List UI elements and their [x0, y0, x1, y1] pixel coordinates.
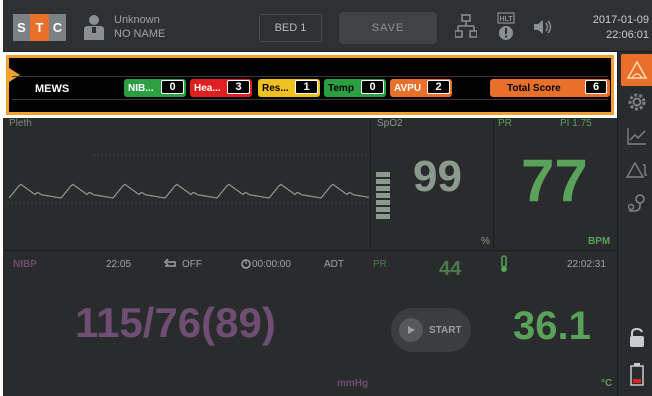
stethoscope-icon	[627, 194, 645, 212]
mews-total-label: Total Score	[507, 82, 561, 94]
save-button[interactable]: SAVE	[339, 12, 437, 44]
battery-icon	[630, 363, 644, 386]
nibp-start-button[interactable]: START	[391, 308, 471, 352]
patient-name-line1: Unknown	[114, 14, 160, 26]
patient-icon[interactable]	[81, 14, 107, 40]
pr-label: PR	[498, 118, 512, 129]
pr-unit: BPM	[588, 236, 611, 247]
stc-logo: S T C	[13, 14, 66, 41]
side-item-mews[interactable]	[621, 54, 652, 86]
alarm-triangle-icon	[626, 161, 647, 178]
network-icon[interactable]	[455, 14, 477, 42]
play-icon	[399, 318, 423, 342]
side-item-trends[interactable]	[621, 120, 652, 152]
timer-icon	[241, 259, 251, 269]
mews-chip-value: 0	[161, 80, 184, 94]
monitor-screen: S T C Unknown NO NAME BED 1 SAVE HLT 201…	[0, 0, 652, 396]
mews-chip-label: Hea...	[194, 82, 221, 94]
mews-chip-temp[interactable]: Temp 0	[324, 79, 386, 97]
side-item-battery	[621, 358, 652, 390]
nibp-pr-label: PR	[373, 259, 387, 270]
mews-chip-label: NIB...	[128, 82, 154, 94]
unlock-icon	[630, 327, 644, 347]
start-label: START	[429, 324, 462, 336]
temp-panel: 22:02:31 36.1 °C	[493, 251, 617, 396]
spo2-value: 99	[413, 152, 462, 201]
mews-chip-nibp[interactable]: NIB... 0	[124, 79, 186, 97]
pleth-waveform	[7, 154, 370, 204]
side-item-lock[interactable]	[621, 322, 652, 354]
pleth-panel: Pleth	[3, 118, 370, 248]
top-bar: S T C Unknown NO NAME BED 1 SAVE HLT 201…	[3, 0, 652, 52]
mews-bar-container: MEWS NIB... 0 Hea... 3 Res... 1 Temp 0 A…	[3, 52, 617, 118]
mews-row: MEWS NIB... 0 Hea... 3 Res... 1 Temp 0 A…	[12, 76, 610, 100]
mews-label: MEWS	[35, 83, 70, 95]
trend-chart-icon	[627, 128, 646, 145]
patient-name-line2: NO NAME	[114, 28, 166, 40]
mews-total-score[interactable]: Total Score 6	[490, 79, 610, 97]
spo2-unit: %	[481, 236, 490, 247]
logo-letter-s: S	[13, 14, 30, 41]
nibp-value: 115/76(89)	[75, 299, 276, 346]
cycle-icon	[163, 259, 176, 267]
spo2-label: SpO2	[377, 118, 403, 129]
mews-chip-label: AVPU	[394, 82, 422, 94]
svg-text:HLT: HLT	[499, 16, 513, 23]
temp-value: 36.1	[513, 304, 591, 348]
pr-value: 77	[521, 147, 588, 214]
clock: 2017-01-09 22:06:01	[593, 13, 649, 43]
mews-chip-heart-rate[interactable]: Hea... 3	[190, 79, 252, 97]
temp-time: 22:02:31	[567, 259, 606, 270]
time-text: 22:06:01	[606, 29, 649, 41]
mews-chip-respiration[interactable]: Res... 1	[258, 79, 320, 97]
nibp-timer: 00:00:00	[252, 259, 291, 270]
mews-chip-value: 3	[227, 80, 250, 94]
nibp-mode: ADT	[324, 259, 344, 270]
nibp-time: 22:05	[106, 259, 132, 270]
hlt-alert-icon[interactable]: HLT	[497, 12, 515, 42]
date-text: 2017-01-09	[592, 14, 649, 26]
gear-icon	[628, 93, 646, 111]
pi-label: PI 1.75	[560, 118, 592, 129]
mews-chip-value: 2	[427, 80, 450, 94]
nibp-pr-value: 44	[439, 258, 462, 280]
mews-chip-avpu[interactable]: AVPU 2	[390, 79, 452, 97]
patient-name[interactable]: Unknown NO NAME	[114, 13, 165, 41]
nibp-label: NIBP	[13, 259, 37, 270]
side-item-nibp-setup[interactable]	[621, 188, 652, 220]
mews-chip-label: Res...	[262, 82, 289, 94]
side-toolbar	[617, 52, 652, 396]
mews-triangle-icon	[626, 60, 648, 79]
side-item-alarms[interactable]	[621, 154, 652, 186]
nibp-cycle: OFF	[182, 259, 202, 270]
nibp-unit: mmHg	[337, 378, 369, 389]
mews-chip-label: Temp	[328, 82, 354, 94]
side-item-settings[interactable]	[621, 86, 652, 118]
temp-unit: °C	[601, 378, 613, 389]
mews-bar: MEWS NIB... 0 Hea... 3 Res... 1 Temp 0 A…	[6, 55, 614, 115]
bed-button[interactable]: BED 1	[259, 14, 322, 42]
spo2-signal-bars	[376, 172, 390, 221]
logo-letter-c: C	[49, 14, 66, 41]
logo-letter-t: T	[30, 14, 49, 41]
mews-chip-value: 1	[295, 80, 318, 94]
mews-chip-value: 0	[361, 80, 384, 94]
volume-icon[interactable]	[533, 19, 553, 35]
mews-total-value: 6	[585, 80, 607, 94]
thermometer-icon	[501, 255, 507, 272]
